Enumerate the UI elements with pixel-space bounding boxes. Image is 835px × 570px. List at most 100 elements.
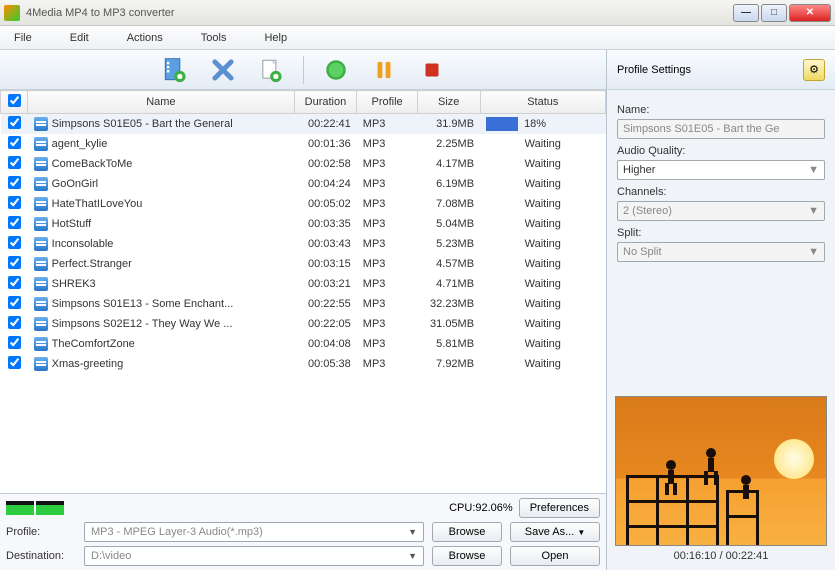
cpu-bar	[6, 501, 34, 515]
file-name: Simpsons S02E12 - They Way We ...	[52, 318, 233, 330]
profile-combo[interactable]: MP3 - MPEG Layer-3 Audio(*.mp3) ▼	[84, 522, 424, 542]
minimize-button[interactable]: —	[733, 4, 759, 22]
remove-file-button[interactable]	[207, 54, 239, 86]
header-profile[interactable]: Profile	[357, 91, 418, 114]
file-icon	[34, 217, 48, 231]
split-combo[interactable]: No Split▼	[617, 242, 825, 262]
close-button[interactable]: ✕	[789, 4, 831, 22]
row-checkbox[interactable]	[8, 256, 21, 269]
row-checkbox[interactable]	[8, 336, 21, 349]
file-status: Waiting	[480, 234, 605, 254]
file-name: Simpsons S01E13 - Some Enchant...	[52, 298, 234, 310]
split-label: Split:	[617, 227, 825, 239]
table-row[interactable]: SHREK300:03:21MP34.71MBWaiting	[1, 274, 606, 294]
select-all-checkbox[interactable]	[8, 94, 21, 107]
table-row[interactable]: Simpsons S01E13 - Some Enchant...00:22:5…	[1, 294, 606, 314]
file-name: Inconsolable	[52, 238, 114, 250]
row-checkbox[interactable]	[8, 216, 21, 229]
add-output-button[interactable]	[255, 54, 287, 86]
maximize-button[interactable]: □	[761, 4, 787, 22]
file-icon	[34, 277, 48, 291]
chevron-down-icon: ▼	[408, 551, 417, 561]
table-row[interactable]: HotStuff00:03:35MP35.04MBWaiting	[1, 214, 606, 234]
header-name[interactable]: Name	[28, 91, 294, 114]
row-checkbox[interactable]	[8, 236, 21, 249]
menu-tools[interactable]: Tools	[201, 32, 227, 44]
menu-bar: File Edit Actions Tools Help	[0, 26, 835, 50]
table-row[interactable]: Inconsolable00:03:43MP35.23MBWaiting	[1, 234, 606, 254]
channels-combo[interactable]: 2 (Stereo)▼	[617, 201, 825, 221]
file-duration: 00:03:15	[294, 254, 357, 274]
file-size: 31.9MB	[417, 114, 480, 135]
header-status[interactable]: Status	[480, 91, 605, 114]
header-check[interactable]	[1, 91, 28, 114]
browse-destination-button[interactable]: Browse	[432, 546, 502, 566]
menu-actions[interactable]: Actions	[127, 32, 163, 44]
settings-gear-button[interactable]: ⚙	[803, 59, 825, 81]
start-button[interactable]	[320, 54, 352, 86]
file-icon	[34, 157, 48, 171]
file-status: Waiting	[480, 214, 605, 234]
row-checkbox[interactable]	[8, 116, 21, 129]
chevron-down-icon: ▼	[577, 528, 585, 537]
file-name: ComeBackToMe	[52, 158, 133, 170]
table-row[interactable]: TheComfortZone00:04:08MP35.81MBWaiting	[1, 334, 606, 354]
file-icon	[34, 197, 48, 211]
file-duration: 00:22:41	[294, 114, 357, 135]
table-row[interactable]: Simpsons S01E05 - Bart the General 00:22:…	[1, 114, 606, 135]
row-checkbox[interactable]	[8, 276, 21, 289]
pause-button[interactable]	[368, 54, 400, 86]
table-row[interactable]: Simpsons S02E12 - They Way We ...00:22:0…	[1, 314, 606, 334]
file-icon	[34, 317, 48, 331]
preview-area: 00:16:10 / 00:22:41	[615, 396, 827, 566]
open-button[interactable]: Open	[510, 546, 600, 566]
video-preview[interactable]	[615, 396, 827, 546]
table-row[interactable]: Perfect.Stranger00:03:15MP34.57MBWaiting	[1, 254, 606, 274]
menu-help[interactable]: Help	[264, 32, 287, 44]
name-label: Name:	[617, 104, 825, 116]
table-row[interactable]: ComeBackToMe00:02:58MP34.17MBWaiting	[1, 154, 606, 174]
row-checkbox[interactable]	[8, 356, 21, 369]
file-name: HateThatILoveYou	[52, 198, 143, 210]
cpu-bar	[36, 501, 64, 515]
file-name: HotStuff	[52, 218, 92, 230]
file-profile: MP3	[357, 154, 418, 174]
channels-label: Channels:	[617, 186, 825, 198]
file-status: Waiting	[480, 354, 605, 374]
row-checkbox[interactable]	[8, 196, 21, 209]
chevron-down-icon: ▼	[808, 164, 819, 176]
table-row[interactable]: HateThatILoveYou00:05:02MP37.08MBWaiting	[1, 194, 606, 214]
row-checkbox[interactable]	[8, 136, 21, 149]
browse-button[interactable]: Browse	[432, 522, 502, 542]
stop-button[interactable]	[416, 54, 448, 86]
file-icon	[34, 177, 48, 191]
file-duration: 00:05:02	[294, 194, 357, 214]
file-size: 6.19MB	[417, 174, 480, 194]
name-field[interactable]: Simpsons S01E05 - Bart the Ge	[617, 119, 825, 139]
file-icon	[34, 297, 48, 311]
table-row[interactable]: GoOnGirl00:04:24MP36.19MBWaiting	[1, 174, 606, 194]
row-checkbox[interactable]	[8, 316, 21, 329]
menu-file[interactable]: File	[14, 32, 32, 44]
table-row[interactable]: Xmas-greeting00:05:38MP37.92MBWaiting	[1, 354, 606, 374]
file-size: 32.23MB	[417, 294, 480, 314]
row-checkbox[interactable]	[8, 156, 21, 169]
panel-title: Profile Settings	[617, 64, 691, 76]
quality-combo[interactable]: Higher▼	[617, 160, 825, 180]
row-checkbox[interactable]	[8, 176, 21, 189]
file-size: 4.57MB	[417, 254, 480, 274]
row-checkbox[interactable]	[8, 296, 21, 309]
chevron-down-icon: ▼	[808, 205, 819, 217]
file-name: Simpsons S01E05 - Bart the General	[52, 118, 233, 130]
table-row[interactable]: agent_kylie00:01:36MP32.25MBWaiting	[1, 134, 606, 154]
add-file-button[interactable]	[159, 54, 191, 86]
destination-combo[interactable]: D:\video ▼	[84, 546, 424, 566]
header-duration[interactable]: Duration	[294, 91, 357, 114]
save-as-button[interactable]: Save As... ▼	[510, 522, 600, 542]
header-size[interactable]: Size	[417, 91, 480, 114]
file-profile: MP3	[357, 194, 418, 214]
menu-edit[interactable]: Edit	[70, 32, 89, 44]
chevron-down-icon: ▼	[408, 527, 417, 537]
file-duration: 00:05:38	[294, 354, 357, 374]
preferences-button[interactable]: Preferences	[519, 498, 600, 518]
